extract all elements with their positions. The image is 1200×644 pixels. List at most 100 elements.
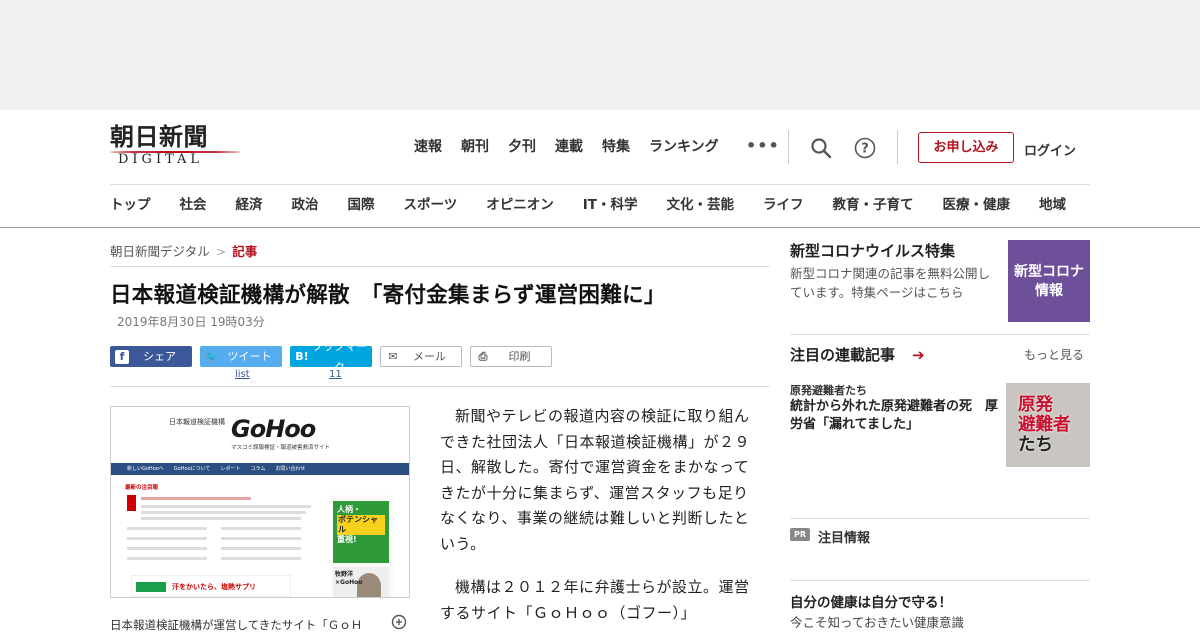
- topnav-yukan[interactable]: 夕刊: [508, 138, 536, 156]
- image-brand-sub: マスコミ誤報検証・報道被害救済サイト: [231, 445, 331, 451]
- ad-banner-area: [0, 0, 1200, 110]
- topnav-tokushu[interactable]: 特集: [602, 138, 630, 156]
- breadcrumb-separator: >: [215, 244, 227, 259]
- thumbnail-text: 原発 避難者 たち: [1018, 395, 1071, 455]
- divider: [790, 334, 1090, 335]
- header-divider-2: [897, 130, 898, 164]
- series-name[interactable]: 原発避難者たち: [790, 382, 867, 398]
- article-paragraph: 新聞やテレビの報道内容の検証に取り組んできた社団法人「日本報道検証機構」が２９日…: [440, 407, 751, 553]
- image-site-title: 日本報道検証機構: [169, 418, 225, 426]
- cat-culture[interactable]: 文化・芸能: [666, 196, 734, 214]
- image-ad-text: 人柄・: [337, 505, 361, 514]
- category-nav: トップ 社会 経済 政治 国際 スポーツ オピニオン IT・科学 文化・芸能 ラ…: [110, 196, 1095, 214]
- series-article-title[interactable]: 統計から外れた原発避難者の死 厚労省「漏れてました」: [790, 398, 1000, 434]
- image-bottom-ad-logo: [136, 582, 166, 592]
- image-text-line: [127, 527, 207, 530]
- hatena-bookmark-button[interactable]: B! ブックマーク: [290, 340, 372, 374]
- cat-politics[interactable]: 政治: [292, 196, 319, 214]
- covid-feature-desc[interactable]: 新型コロナ関連の記事を無料公開しています。特集ページはこちら: [790, 264, 1002, 302]
- logo-swoosh: [110, 151, 240, 153]
- more-dots-icon[interactable]: •••: [746, 138, 780, 154]
- header-separator: [110, 184, 1090, 185]
- covid-banner-line: 情報: [1035, 283, 1063, 299]
- twitter-share-label: ツイート: [227, 350, 272, 363]
- mail-share-button[interactable]: ✉ メール: [380, 346, 462, 367]
- cat-education[interactable]: 教育・子育て: [832, 196, 913, 214]
- divider: [790, 518, 1090, 519]
- help-icon[interactable]: ?: [853, 136, 877, 160]
- svg-text:?: ?: [861, 142, 869, 157]
- image-alert-icon: [127, 495, 136, 511]
- login-link[interactable]: ログイン: [1024, 140, 1076, 159]
- divider: [110, 386, 770, 387]
- image-ad2-text: 牧野洋×GoHoo: [335, 571, 363, 586]
- cat-economy[interactable]: 経済: [236, 196, 263, 214]
- cat-international[interactable]: 国際: [348, 196, 375, 214]
- topnav-chokan[interactable]: 朝刊: [461, 138, 489, 156]
- breadcrumb-home[interactable]: 朝日新聞デジタル: [110, 244, 210, 259]
- hatena-icon: B!: [295, 349, 309, 363]
- hatena-count[interactable]: 11: [329, 369, 342, 380]
- image-text-line: [141, 505, 311, 508]
- image-text-line: [141, 517, 301, 520]
- image-bottom-ad: 汗をかいたら、塩熱サプリ: [131, 575, 291, 597]
- pr-badge: PR: [790, 528, 810, 541]
- article-image[interactable]: 日本報道検証機構 GoHoo マスコミ誤報検証・報道被害救済サイト 新しいGoH…: [110, 406, 410, 598]
- series-article-thumbnail[interactable]: 原発 避難者 たち: [1006, 383, 1090, 467]
- cat-top[interactable]: トップ: [110, 196, 151, 214]
- cat-region[interactable]: 地域: [1039, 196, 1066, 214]
- print-button[interactable]: ⎙ 印刷: [470, 346, 552, 367]
- cat-life[interactable]: ライフ: [763, 196, 804, 214]
- header-divider: [788, 130, 789, 164]
- image-text-line: [221, 557, 301, 560]
- site-header: 朝日新聞 DIGITAL 速報 朝刊 夕刊 連載 特集 ランキング ••• ? …: [0, 110, 1200, 228]
- twitter-icon: 🐦: [205, 349, 219, 363]
- divider: [110, 266, 770, 267]
- health-promo-subtitle[interactable]: 今こそ知っておきたい健康意識: [790, 612, 964, 631]
- zoom-in-icon[interactable]: [391, 614, 407, 630]
- image-text-line: [127, 537, 207, 540]
- divider: [790, 580, 1090, 581]
- article-paragraph: 機構は２０１２年に弁護士らが設立。運営するサイト「ＧｏＨｏｏ（ゴフー）」: [440, 578, 750, 622]
- thumbnail-text-line: 原発: [1018, 395, 1053, 415]
- see-more-link[interactable]: もっと見る: [1024, 346, 1084, 363]
- thumbnail-text-line: 避難者: [1018, 415, 1071, 435]
- cat-society[interactable]: 社会: [180, 196, 207, 214]
- breadcrumb: 朝日新聞デジタル > 記事: [110, 241, 257, 260]
- cat-health[interactable]: 医療・健康: [942, 196, 1010, 214]
- article-body: 新聞やテレビの報道内容の検証に取り組んできた社団法人「日本報道検証機構」が２９日…: [440, 404, 750, 644]
- search-icon[interactable]: [809, 136, 833, 160]
- breadcrumb-current[interactable]: 記事: [232, 244, 257, 259]
- topnav-rensai[interactable]: 連載: [555, 138, 583, 156]
- twitter-share-button[interactable]: 🐦 ツイート: [200, 346, 282, 367]
- image-text-line: [127, 557, 207, 560]
- facebook-share-button[interactable]: f シェア: [110, 346, 192, 367]
- print-label: 印刷: [508, 350, 531, 363]
- arrow-right-icon[interactable]: ➔: [912, 346, 925, 364]
- health-promo-title[interactable]: 自分の健康は自分で守る！: [790, 591, 952, 611]
- twitter-count[interactable]: list: [235, 369, 250, 380]
- cat-sports[interactable]: スポーツ: [404, 196, 458, 214]
- image-bottom-ad-text: 汗をかいたら、塩熱サプリ: [172, 583, 256, 591]
- mail-label: メール: [413, 350, 446, 363]
- featured-series-heading[interactable]: 注目の連載記事: [790, 344, 895, 365]
- mail-icon: ✉: [388, 349, 398, 363]
- image-caption: 日本報道検証機構が運営してきたサイト「ＧｏＨ: [110, 618, 363, 632]
- top-nav: 速報 朝刊 夕刊 連載 特集 ランキング: [414, 138, 738, 156]
- image-brand-logo: GoHoo: [231, 415, 316, 443]
- cat-opinion[interactable]: オピニオン: [486, 196, 554, 214]
- image-text-line: [221, 547, 301, 550]
- covid-banner-line: 新型コロナ: [1014, 264, 1084, 280]
- logo-kanji: 朝日新聞: [110, 122, 208, 151]
- image-ad-text: 重視!: [337, 535, 357, 544]
- topnav-ranking[interactable]: ランキング: [649, 138, 719, 156]
- asahi-digital-logo[interactable]: 朝日新聞 DIGITAL: [110, 124, 242, 170]
- cat-it-science[interactable]: IT・科学: [583, 196, 638, 214]
- thumbnail-text-line: たち: [1018, 435, 1053, 455]
- image-text-line: [127, 547, 207, 550]
- covid-feature-title[interactable]: 新型コロナウイルス特集: [790, 240, 955, 261]
- image-nav-text: 新しいGoHooへ GoHooについて レポート コラム お問い合わせ: [127, 466, 306, 472]
- topnav-sokuho[interactable]: 速報: [414, 138, 442, 156]
- covid-feature-banner[interactable]: 新型コロナ 情報: [1008, 240, 1090, 322]
- subscribe-button[interactable]: お申し込み: [918, 132, 1014, 163]
